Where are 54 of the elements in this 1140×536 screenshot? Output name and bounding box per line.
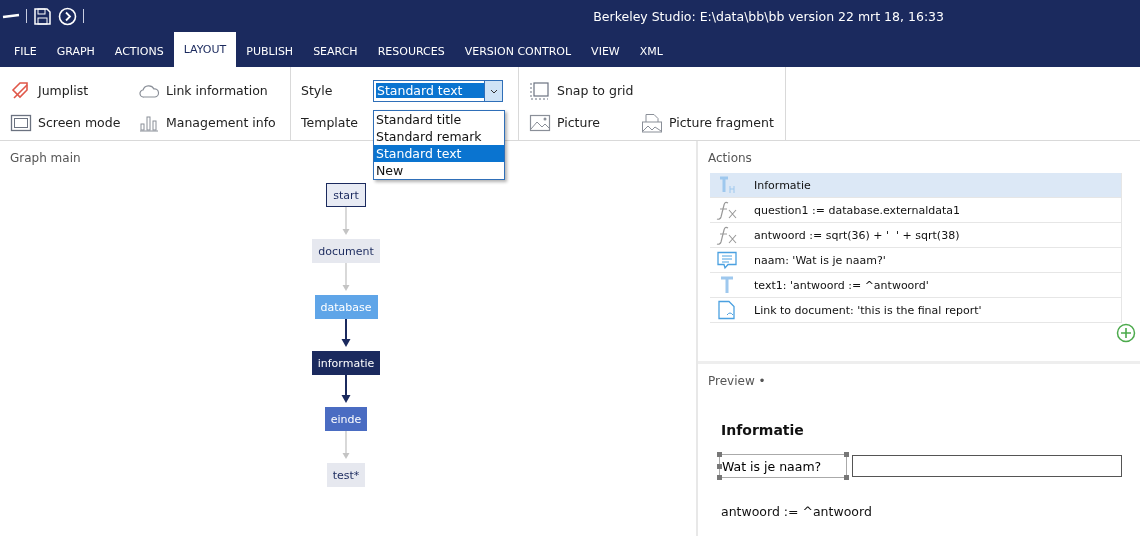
dropdown-option[interactable]: Standard title [374, 111, 504, 128]
preview-text: antwoord := ^antwoord [721, 504, 872, 519]
run-icon [58, 6, 77, 26]
graph-node[interactable]: start [326, 183, 366, 207]
menu-tab[interactable]: XML [629, 35, 673, 67]
dropdown-option[interactable]: Standard remark [374, 128, 504, 145]
preview-heading: Informatie [721, 422, 804, 438]
ribbon-button[interactable]: Picture fragment [641, 106, 775, 139]
ribbon-button[interactable]: Management info [138, 106, 278, 139]
graph-node[interactable]: informatie [311, 351, 381, 375]
ribbon-button[interactable]: Snap to grid [529, 74, 641, 107]
graph-node[interactable]: document [312, 239, 380, 263]
save-icon [33, 6, 52, 26]
template-label: Template [301, 115, 360, 130]
window-title: Berkeley Studio: E:\data\bb\bb version 22 mrt 18, 16:33 [593, 8, 944, 24]
question-label[interactable]: Wat is je naam? [719, 454, 847, 478]
menu-tab[interactable]: VIEW [581, 35, 630, 67]
document-link-icon [716, 300, 738, 320]
ribbon-button[interactable]: Picture [529, 106, 641, 139]
menu-tab[interactable]: RESOURCES [367, 35, 455, 67]
menu-tab[interactable]: ACTIONS [104, 35, 174, 67]
snap-grid-icon [529, 80, 551, 101]
dropdown-option[interactable]: New [374, 162, 504, 179]
menu-tab[interactable]: SEARCH [303, 35, 368, 67]
panel-title: Preview • [708, 374, 766, 388]
action-row[interactable]: text1: 'antwoord := ^antwoord' [710, 273, 1122, 298]
picture-icon [529, 112, 551, 133]
ribbon-button[interactable]: Jumplist [10, 74, 138, 107]
speech-bubble-icon [716, 250, 738, 270]
function-icon [716, 225, 738, 245]
menu-tab[interactable]: PUBLISH [236, 35, 304, 67]
dropdown-option[interactable]: Standard text [374, 145, 504, 162]
action-row[interactable]: antwoord := sqrt(36) + ' ' + sqrt(38) [710, 223, 1122, 248]
action-row[interactable]: Link to document: 'this is the final report' [710, 298, 1122, 323]
graph-node[interactable]: test* [326, 463, 366, 487]
menu-tab[interactable]: LAYOUT [173, 32, 237, 67]
action-row[interactable]: naam: 'Wat is je naam?' [710, 248, 1122, 273]
menu-tab[interactable]: GRAPH [46, 35, 105, 67]
function-icon [716, 200, 738, 220]
panel-title: Graph main [10, 151, 81, 165]
ribbon-button[interactable]: Screen mode [10, 106, 138, 139]
screen-icon [10, 112, 32, 133]
graph-node[interactable]: einde [324, 407, 368, 431]
action-row[interactable]: question1 := database.externaldata1 [710, 198, 1122, 223]
panel-title: Actions [708, 151, 752, 165]
ribbon-button[interactable]: Link information [138, 74, 278, 107]
picture-fragment-icon [641, 112, 663, 133]
add-icon [1116, 323, 1136, 343]
menu-tab[interactable]: VERSION CONTROL [454, 35, 582, 67]
answer-field[interactable] [852, 455, 1122, 477]
style-dropdown[interactable]: Standard text [373, 79, 503, 102]
menu-tab[interactable]: FILE [4, 35, 47, 67]
style-label: Style [301, 83, 334, 98]
action-row[interactable]: Informatie [710, 173, 1122, 198]
